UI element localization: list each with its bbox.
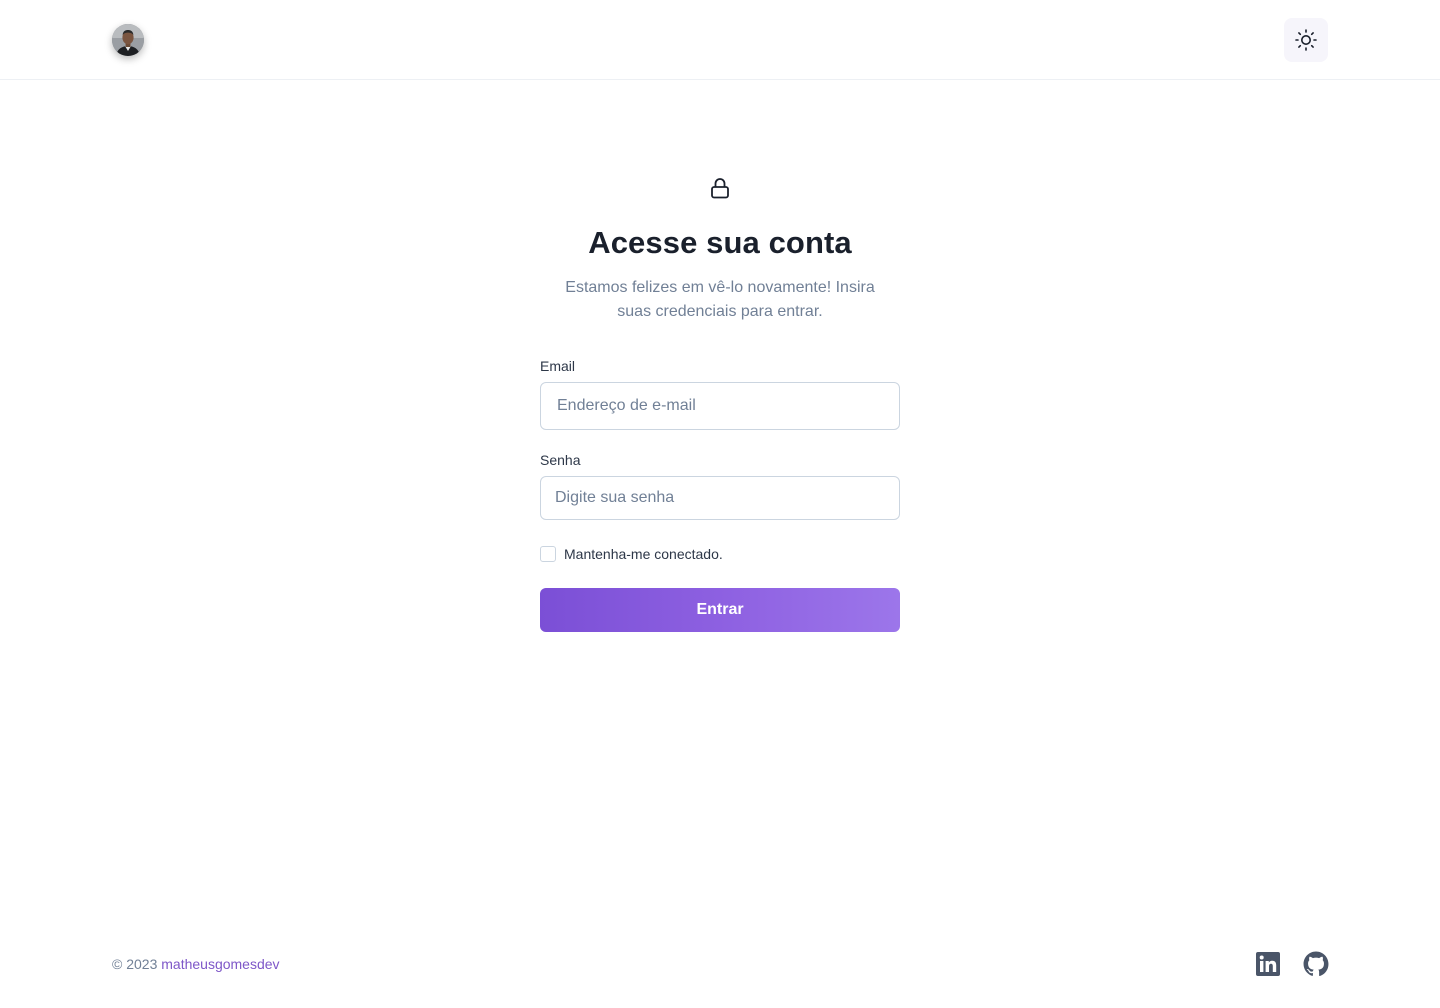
login-form: Acesse sua conta Estamos felizes em vê-l… — [540, 170, 900, 632]
linkedin-icon — [1256, 952, 1280, 976]
github-link[interactable] — [1303, 951, 1329, 977]
email-label: Email — [540, 358, 576, 374]
top-header — [0, 0, 1440, 80]
password-label: Senha — [540, 452, 581, 468]
sun-icon — [1295, 29, 1317, 51]
password-field[interactable] — [540, 476, 900, 520]
submit-button[interactable]: Entrar — [540, 588, 900, 632]
copyright-text: © 2023 — [112, 956, 158, 972]
email-field[interactable] — [540, 382, 900, 430]
remember-me-row: Mantenha-me conectado. — [540, 546, 900, 562]
user-avatar-photo-icon — [112, 24, 144, 56]
author-link[interactable]: matheusgomesdev — [161, 956, 279, 972]
remember-me-checkbox[interactable] — [540, 546, 556, 562]
avatar[interactable] — [112, 24, 144, 56]
footer-copyright: © 2023 matheusgomesdev — [112, 954, 280, 974]
lock-icon — [711, 178, 729, 199]
github-icon — [1303, 951, 1329, 976]
theme-toggle-button[interactable] — [1284, 18, 1328, 62]
remember-me-label[interactable]: Mantenha-me conectado. — [564, 546, 723, 562]
page-title: Acesse sua conta — [588, 225, 852, 260]
linkedin-link[interactable] — [1255, 951, 1281, 977]
page-subtitle: Estamos felizes em vê-lo novamente! Insi… — [565, 279, 875, 320]
